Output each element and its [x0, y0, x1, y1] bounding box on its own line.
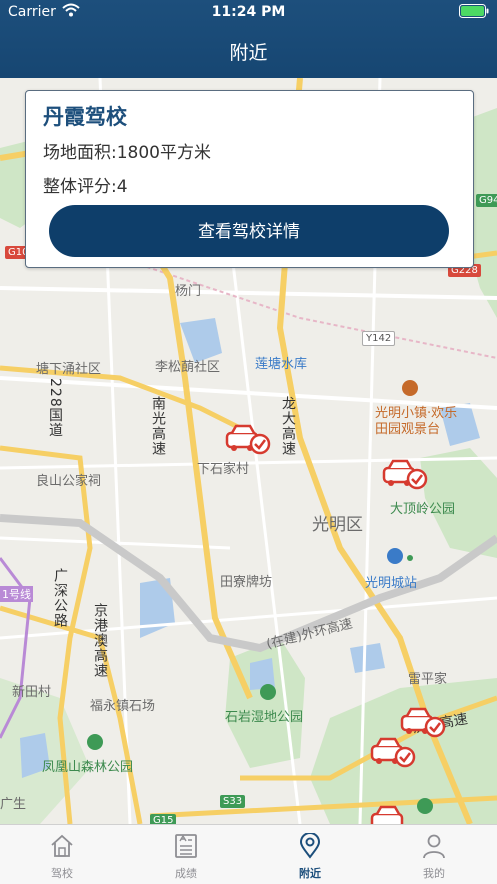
map-label-leiping: 雷平家: [408, 672, 448, 687]
map-label-tangxiayong: 塘下涌社区: [36, 362, 102, 377]
map-label-jinggangao: 京港澳高速: [92, 603, 108, 678]
clock-time: 11:24 PM: [211, 4, 286, 20]
tab-label: 成绩: [175, 867, 197, 880]
map-label-guangming-town: 光明小镇·欢乐田园观景台: [375, 406, 458, 437]
driving-school-marker[interactable]: [400, 706, 446, 740]
map-label-dadingling: 大顶岭公园: [390, 502, 456, 517]
view-school-details-button[interactable]: 查看驾校详情: [49, 205, 449, 257]
map-label-longda: 龙大高速: [280, 396, 296, 456]
shield-g15: G15: [150, 814, 177, 824]
tab-mine[interactable]: 我的: [372, 825, 496, 884]
map-label-fuyong: 福永镇石场: [90, 699, 156, 714]
tab-label: 驾校: [51, 867, 73, 880]
school-area: 场地面积:1800平方米: [43, 143, 211, 163]
report-icon: [175, 834, 197, 858]
map-label-guangming-station: 光明城站: [365, 576, 418, 591]
map-label-tianliao: 田寮牌坊: [220, 575, 273, 590]
home-icon: [51, 834, 73, 857]
page-title: 附近: [229, 42, 268, 64]
map-label-yangmen: 杨门: [175, 284, 202, 299]
map-label-liangshan: 良山公家祠: [36, 474, 102, 489]
driving-school-marker[interactable]: [370, 804, 416, 824]
map-label-lisongyin: 李松蓢社区: [155, 360, 221, 375]
school-info-card[interactable]: 丹霞驾校 场地面积:1800平方米 整体评分:4 查看驾校详情: [25, 90, 474, 268]
location-pin-icon: [299, 833, 321, 859]
status-bar: Carrier 11:24 PM: [0, 0, 497, 24]
driving-school-marker[interactable]: [225, 423, 271, 457]
tab-label: 附近: [299, 867, 321, 880]
school-score: 整体评分:4: [43, 177, 128, 197]
tab-nearby[interactable]: 附近: [248, 825, 372, 884]
nav-header: Carrier 11:24 PM 附近: [0, 0, 497, 78]
map-label-xintian: 新田村: [12, 685, 52, 700]
driving-school-marker[interactable]: [382, 458, 428, 492]
map-label-shiyan: 石岩湿地公园: [225, 710, 304, 725]
map-label-guoda: 228国道: [47, 378, 63, 438]
shield-g94: G94: [476, 194, 497, 207]
tab-label: 我的: [423, 867, 445, 880]
tab-school[interactable]: 驾校: [0, 825, 124, 884]
map-label-guangming-district: 光明区: [312, 515, 363, 535]
shield-y142: Y142: [362, 331, 396, 346]
tab-scores[interactable]: 成绩: [124, 825, 248, 884]
map-label-xiashijia: 下石家村: [197, 462, 250, 477]
map-label-liantang: 莲塘水库: [255, 357, 308, 372]
battery-icon: [459, 4, 489, 18]
map-label-fenghuang: 凤凰山森林公园: [42, 760, 134, 775]
tab-bar: 驾校 成绩 附近 我的: [0, 824, 497, 884]
map-label-line11: 1号线: [0, 586, 33, 602]
map-label-nanguang: 南光高速: [150, 396, 166, 456]
person-icon: [423, 834, 445, 859]
school-name: 丹霞驾校: [43, 105, 127, 129]
shield-s33: S33: [220, 795, 246, 808]
map-label-guang: 广生: [0, 797, 27, 812]
map-label-guangshen: 广深公路: [52, 568, 68, 628]
driving-school-marker[interactable]: [370, 736, 416, 770]
